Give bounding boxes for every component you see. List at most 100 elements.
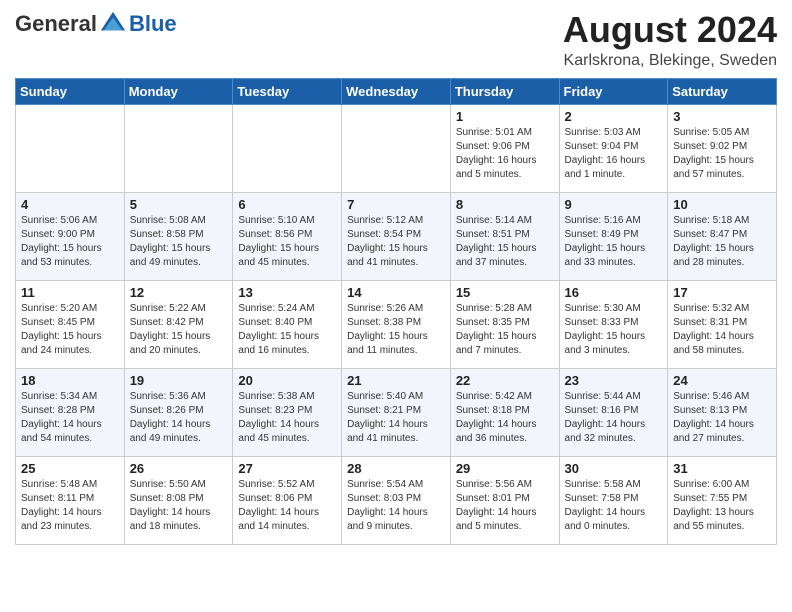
day-number: 17 <box>673 285 771 300</box>
calendar-table: Sunday Monday Tuesday Wednesday Thursday… <box>15 78 777 545</box>
day-number: 27 <box>238 461 336 476</box>
calendar-cell <box>16 104 125 192</box>
logo: General Blue <box>15 10 177 38</box>
day-number: 12 <box>130 285 228 300</box>
calendar-cell: 16Sunrise: 5:30 AM Sunset: 8:33 PM Dayli… <box>559 280 668 368</box>
day-number: 4 <box>21 197 119 212</box>
calendar-cell: 6 Sunrise: 5:10 AM Sunset: 8:56 PM Daylig… <box>233 192 342 280</box>
day-number: 29 <box>456 461 554 476</box>
day-number: 5 <box>130 197 228 212</box>
title-block: August 2024 Karlskrona, Blekinge, Sweden <box>563 10 777 70</box>
day-number: 19 <box>130 373 228 388</box>
calendar-cell: 2Sunrise: 5:03 AM Sunset: 9:04 PM Daylig… <box>559 104 668 192</box>
day-info: Sunrise: 5:30 AM Sunset: 8:33 PM Dayligh… <box>565 302 663 358</box>
day-info: Sunrise: 5:36 AM Sunset: 8:26 PM Dayligh… <box>130 390 228 446</box>
day-number: 20 <box>238 373 336 388</box>
day-info: Sunrise: 5:32 AM Sunset: 8:31 PM Dayligh… <box>673 302 771 358</box>
calendar-cell: 4 Sunrise: 5:06 AM Sunset: 9:00 PM Daylig… <box>16 192 125 280</box>
day-info: Sunrise: 5:05 AM Sunset: 9:02 PM Dayligh… <box>673 126 771 182</box>
day-info: Sunrise: 5:18 AM Sunset: 8:47 PM Dayligh… <box>673 214 771 270</box>
week-row-2: 4 Sunrise: 5:06 AM Sunset: 9:00 PM Daylig… <box>16 192 777 280</box>
calendar-cell <box>342 104 451 192</box>
day-info: Sunrise: 5:54 AM Sunset: 8:03 PM Dayligh… <box>347 478 445 534</box>
day-number: 10 <box>673 197 771 212</box>
day-number: 14 <box>347 285 445 300</box>
day-info: Sunrise: 5:20 AM Sunset: 8:45 PM Dayligh… <box>21 302 119 358</box>
calendar-cell: 12 Sunrise: 5:22 AM Sunset: 8:42 PM Dayli… <box>124 280 233 368</box>
calendar-cell: 7 Sunrise: 5:12 AM Sunset: 8:54 PM Daylig… <box>342 192 451 280</box>
day-number: 3 <box>673 109 771 124</box>
calendar-cell <box>124 104 233 192</box>
day-info: Sunrise: 5:16 AM Sunset: 8:49 PM Dayligh… <box>565 214 663 270</box>
day-info: Sunrise: 5:06 AM Sunset: 9:00 PM Dayligh… <box>21 214 119 270</box>
calendar-cell: 19 Sunrise: 5:36 AM Sunset: 8:26 PM Dayli… <box>124 368 233 456</box>
calendar-cell: 17 Sunrise: 5:32 AM Sunset: 8:31 PM Dayli… <box>668 280 777 368</box>
day-info: Sunrise: 5:48 AM Sunset: 8:11 PM Dayligh… <box>21 478 119 534</box>
calendar-cell: 15Sunrise: 5:28 AM Sunset: 8:35 PM Dayli… <box>450 280 559 368</box>
calendar-cell: 31 Sunrise: 6:00 AM Sunset: 7:55 PM Dayli… <box>668 456 777 544</box>
day-number: 22 <box>456 373 554 388</box>
day-number: 21 <box>347 373 445 388</box>
day-info: Sunrise: 5:10 AM Sunset: 8:56 PM Dayligh… <box>238 214 336 270</box>
day-info: Sunrise: 5:14 AM Sunset: 8:51 PM Dayligh… <box>456 214 554 270</box>
calendar-body: 1 Sunrise: 5:01 AM Sunset: 9:06 PM Daylig… <box>16 104 777 544</box>
day-info: Sunrise: 5:22 AM Sunset: 8:42 PM Dayligh… <box>130 302 228 358</box>
day-number: 26 <box>130 461 228 476</box>
day-number: 18 <box>21 373 119 388</box>
day-number: 6 <box>238 197 336 212</box>
day-number: 2 <box>565 109 663 124</box>
calendar-cell: 10 Sunrise: 5:18 AM Sunset: 8:47 PM Dayli… <box>668 192 777 280</box>
calendar-cell: 11 Sunrise: 5:20 AM Sunset: 8:45 PM Dayli… <box>16 280 125 368</box>
calendar-cell: 24Sunrise: 5:46 AM Sunset: 8:13 PM Dayli… <box>668 368 777 456</box>
calendar-cell <box>233 104 342 192</box>
header-saturday: Saturday <box>668 78 777 104</box>
calendar-cell: 14 Sunrise: 5:26 AM Sunset: 8:38 PM Dayli… <box>342 280 451 368</box>
day-info: Sunrise: 5:01 AM Sunset: 9:06 PM Dayligh… <box>456 126 554 182</box>
calendar-cell: 28Sunrise: 5:54 AM Sunset: 8:03 PM Dayli… <box>342 456 451 544</box>
day-info: Sunrise: 5:38 AM Sunset: 8:23 PM Dayligh… <box>238 390 336 446</box>
day-number: 1 <box>456 109 554 124</box>
header-row: Sunday Monday Tuesday Wednesday Thursday… <box>16 78 777 104</box>
day-number: 11 <box>21 285 119 300</box>
calendar-cell: 26 Sunrise: 5:50 AM Sunset: 8:08 PM Dayli… <box>124 456 233 544</box>
calendar-cell: 23Sunrise: 5:44 AM Sunset: 8:16 PM Dayli… <box>559 368 668 456</box>
day-info: Sunrise: 5:26 AM Sunset: 8:38 PM Dayligh… <box>347 302 445 358</box>
day-info: Sunrise: 5:46 AM Sunset: 8:13 PM Dayligh… <box>673 390 771 446</box>
header-thursday: Thursday <box>450 78 559 104</box>
calendar-cell: 1 Sunrise: 5:01 AM Sunset: 9:06 PM Daylig… <box>450 104 559 192</box>
day-info: Sunrise: 5:44 AM Sunset: 8:16 PM Dayligh… <box>565 390 663 446</box>
page-header: General Blue August 2024 Karlskrona, Ble… <box>15 10 777 70</box>
calendar-cell: 29 Sunrise: 5:56 AM Sunset: 8:01 PM Dayli… <box>450 456 559 544</box>
calendar-cell: 13Sunrise: 5:24 AM Sunset: 8:40 PM Dayli… <box>233 280 342 368</box>
calendar-cell: 27 Sunrise: 5:52 AM Sunset: 8:06 PM Dayli… <box>233 456 342 544</box>
day-number: 8 <box>456 197 554 212</box>
day-number: 15 <box>456 285 554 300</box>
day-info: Sunrise: 5:40 AM Sunset: 8:21 PM Dayligh… <box>347 390 445 446</box>
header-wednesday: Wednesday <box>342 78 451 104</box>
calendar-cell: 25Sunrise: 5:48 AM Sunset: 8:11 PM Dayli… <box>16 456 125 544</box>
calendar-cell: 30Sunrise: 5:58 AM Sunset: 7:58 PM Dayli… <box>559 456 668 544</box>
week-row-4: 18 Sunrise: 5:34 AM Sunset: 8:28 PM Dayli… <box>16 368 777 456</box>
day-info: Sunrise: 5:50 AM Sunset: 8:08 PM Dayligh… <box>130 478 228 534</box>
logo-general-text: General <box>15 11 97 37</box>
calendar-cell: 5 Sunrise: 5:08 AM Sunset: 8:58 PM Daylig… <box>124 192 233 280</box>
header-sunday: Sunday <box>16 78 125 104</box>
day-info: Sunrise: 5:52 AM Sunset: 8:06 PM Dayligh… <box>238 478 336 534</box>
day-info: Sunrise: 5:34 AM Sunset: 8:28 PM Dayligh… <box>21 390 119 446</box>
calendar-cell: 8 Sunrise: 5:14 AM Sunset: 8:51 PM Daylig… <box>450 192 559 280</box>
week-row-5: 25Sunrise: 5:48 AM Sunset: 8:11 PM Dayli… <box>16 456 777 544</box>
day-number: 7 <box>347 197 445 212</box>
day-info: Sunrise: 5:12 AM Sunset: 8:54 PM Dayligh… <box>347 214 445 270</box>
location: Karlskrona, Blekinge, Sweden <box>563 52 777 70</box>
day-info: Sunrise: 5:08 AM Sunset: 8:58 PM Dayligh… <box>130 214 228 270</box>
day-number: 13 <box>238 285 336 300</box>
day-number: 30 <box>565 461 663 476</box>
day-number: 31 <box>673 461 771 476</box>
calendar-cell: 22Sunrise: 5:42 AM Sunset: 8:18 PM Dayli… <box>450 368 559 456</box>
calendar-cell: 21 Sunrise: 5:40 AM Sunset: 8:21 PM Dayli… <box>342 368 451 456</box>
logo-icon <box>99 10 127 38</box>
calendar-cell: 3 Sunrise: 5:05 AM Sunset: 9:02 PM Daylig… <box>668 104 777 192</box>
header-monday: Monday <box>124 78 233 104</box>
day-info: Sunrise: 6:00 AM Sunset: 7:55 PM Dayligh… <box>673 478 771 534</box>
day-info: Sunrise: 5:56 AM Sunset: 8:01 PM Dayligh… <box>456 478 554 534</box>
